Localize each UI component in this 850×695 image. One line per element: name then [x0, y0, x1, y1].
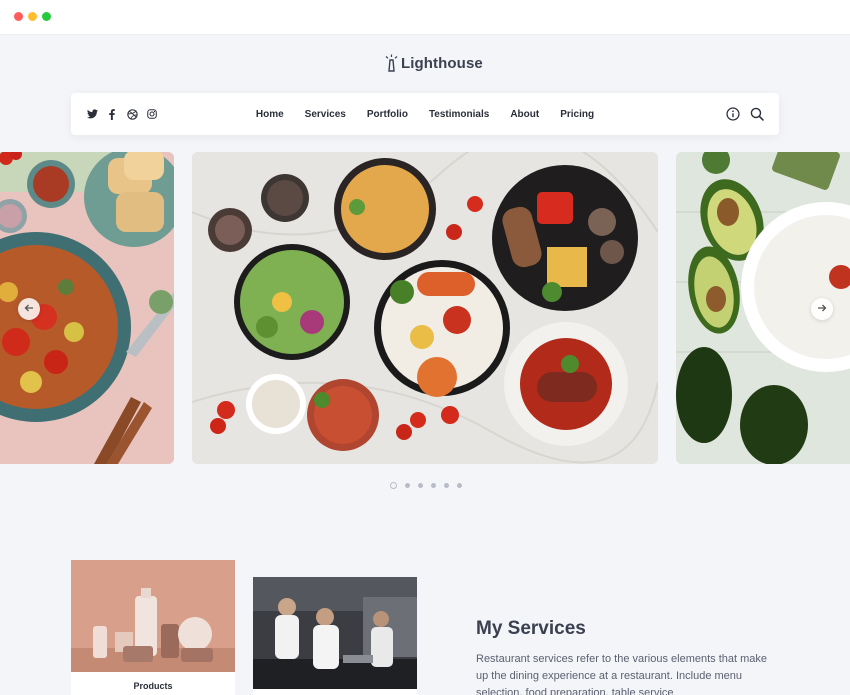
brand-name: Lighthouse: [401, 54, 483, 72]
nav-home[interactable]: Home: [256, 109, 284, 120]
main-navbar: Home Services Portfolio Testimonials Abo…: [71, 93, 779, 135]
close-window-button[interactable]: [14, 12, 23, 21]
maximize-window-button[interactable]: [42, 12, 51, 21]
carousel-dot[interactable]: [431, 483, 436, 488]
arrow-left-icon: [24, 303, 34, 316]
carousel-dot[interactable]: [390, 482, 397, 489]
twitter-icon[interactable]: [86, 107, 98, 121]
products-image: [71, 560, 235, 672]
kitchen-image: [253, 577, 417, 689]
minimize-window-button[interactable]: [28, 12, 37, 21]
carousel-prev-button[interactable]: [18, 298, 40, 320]
products-card-label: Products: [133, 681, 173, 691]
carousel-pagination: [390, 482, 462, 489]
kitchen-card[interactable]: [253, 577, 417, 695]
nav-actions: [726, 107, 764, 126]
info-icon[interactable]: [726, 107, 740, 126]
products-card[interactable]: Products: [71, 560, 235, 695]
dribbble-icon[interactable]: [126, 107, 138, 121]
nav-services[interactable]: Services: [305, 109, 346, 120]
carousel-dot[interactable]: [418, 483, 423, 488]
carousel-slide-mediterranean-spread[interactable]: [192, 152, 658, 464]
social-links: [86, 107, 158, 121]
site-logo[interactable]: Lighthouse: [383, 54, 483, 72]
nav-portfolio[interactable]: Portfolio: [367, 109, 408, 120]
browser-chrome: [0, 0, 850, 35]
search-icon[interactable]: [750, 107, 764, 126]
lighthouse-icon: [383, 54, 399, 72]
arrow-right-icon: [817, 303, 827, 316]
nav-testimonials[interactable]: Testimonials: [429, 109, 489, 120]
carousel-dot[interactable]: [444, 483, 449, 488]
carousel-dot[interactable]: [457, 483, 462, 488]
carousel-dot[interactable]: [405, 483, 410, 488]
instagram-icon[interactable]: [146, 107, 158, 121]
services-title: My Services: [476, 618, 586, 639]
carousel-next-button[interactable]: [811, 298, 833, 320]
nav-pricing[interactable]: Pricing: [560, 109, 594, 120]
nav-menu: Home Services Portfolio Testimonials Abo…: [71, 93, 779, 135]
facebook-icon[interactable]: [106, 107, 118, 121]
services-description: Restaurant services refer to the various…: [476, 653, 768, 695]
nav-about[interactable]: About: [510, 109, 539, 120]
